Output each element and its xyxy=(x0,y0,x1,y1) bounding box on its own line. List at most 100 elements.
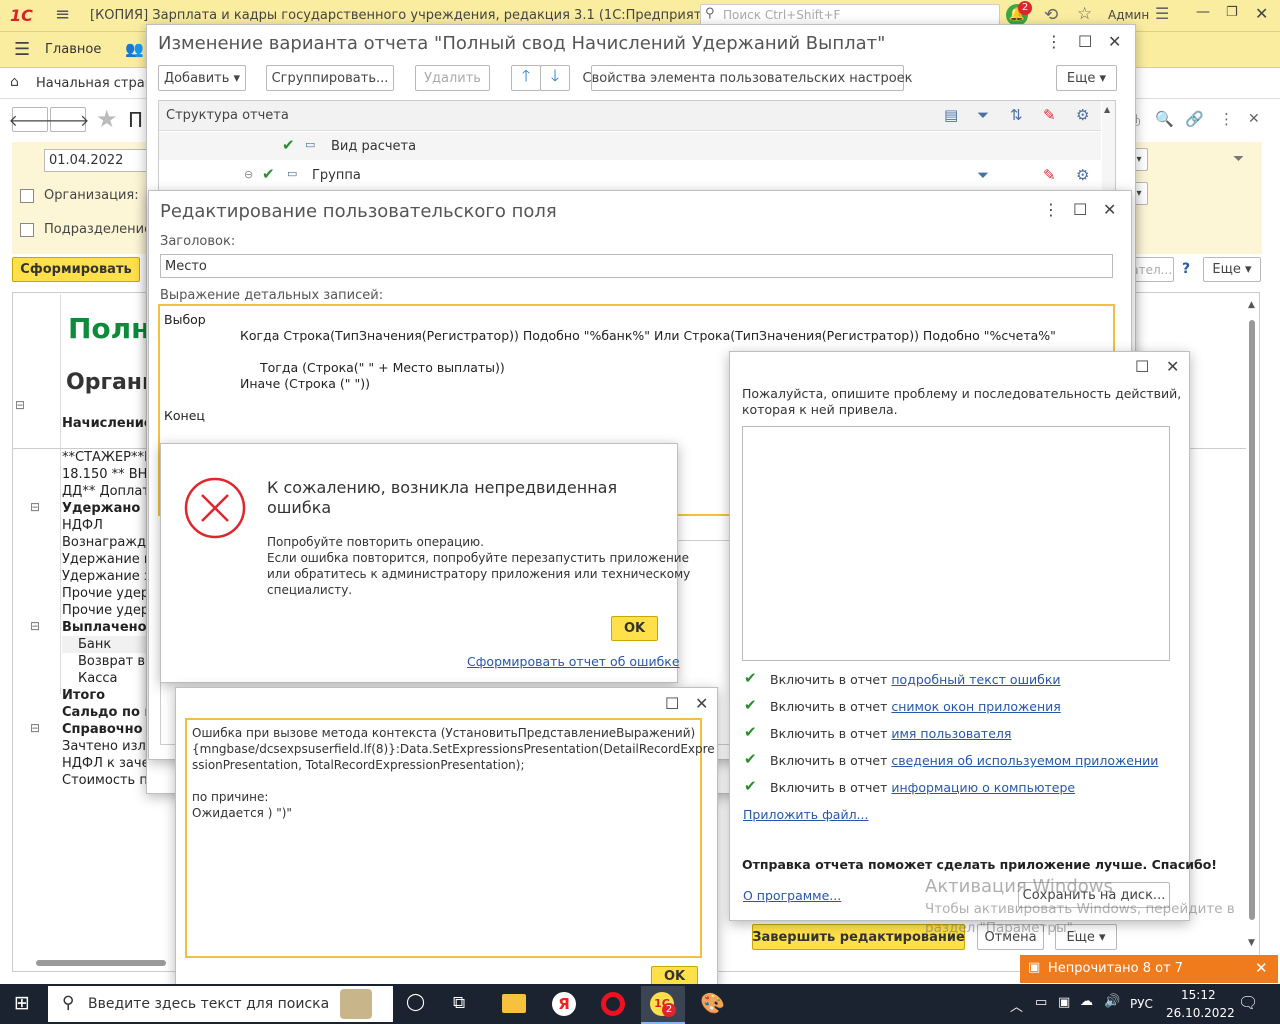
include-checkbox[interactable]: ✔ xyxy=(744,671,759,686)
include-option-link[interactable]: подробный текст ошибки xyxy=(891,672,1060,687)
include-checkbox[interactable]: ✔ xyxy=(744,779,759,794)
error-report-link[interactable]: Сформировать отчет об ошибке xyxy=(467,654,680,669)
details-ok-button[interactable]: OK xyxy=(651,966,698,986)
tray-chevron-icon[interactable]: ︿ xyxy=(1010,996,1023,1015)
tray-onedrive-icon[interactable]: ☁ xyxy=(1080,994,1093,1009)
help-button[interactable]: ? xyxy=(1182,261,1190,277)
close-icon[interactable]: ✕ xyxy=(1255,4,1268,23)
format-col-icon[interactable]: ✎ xyxy=(1043,166,1056,184)
paint-icon[interactable]: 🎨 xyxy=(700,991,725,1015)
back-button[interactable]: 🡐 xyxy=(9,107,51,132)
home-tab[interactable]: Начальная страни xyxy=(36,76,162,91)
collapse-icon[interactable]: ⊟ xyxy=(15,398,25,412)
tree-scroll[interactable]: ▲ xyxy=(1102,101,1115,194)
window-maximize-icon[interactable]: ☐ xyxy=(1135,359,1149,375)
restore-icon[interactable]: ❐ xyxy=(1226,5,1238,20)
window-close-icon[interactable]: ✕ xyxy=(695,696,708,712)
vertical-scrollbar[interactable]: ▲ ▼ xyxy=(1246,300,1260,950)
include-checkbox[interactable]: ✔ xyxy=(744,752,759,767)
dept-checkbox[interactable] xyxy=(20,223,34,237)
structure-checkbox[interactable]: ✔ xyxy=(282,138,297,153)
include-checkbox[interactable]: ✔ xyxy=(744,698,759,713)
tray-language[interactable]: РУС xyxy=(1130,997,1153,1011)
window-more-icon[interactable]: ⋮ xyxy=(1043,202,1059,218)
structure-item[interactable]: Вид расчета xyxy=(331,139,416,154)
settings-col-icon[interactable]: ⚙ xyxy=(1076,106,1089,124)
filter-col-icon[interactable]: ⏷ xyxy=(977,106,989,124)
tray-time[interactable]: 15:12 xyxy=(1181,988,1216,1002)
home-icon[interactable]: ⌂ xyxy=(10,74,19,90)
include-option-link[interactable]: имя пользователя xyxy=(891,726,1011,741)
include-option-link[interactable]: информацию о компьютере xyxy=(891,780,1075,795)
window-more-icon[interactable]: ⋮ xyxy=(1046,34,1062,50)
window-close-icon[interactable]: ✕ xyxy=(1166,359,1179,375)
history-icon[interactable]: ⟲ xyxy=(1044,5,1058,25)
start-icon[interactable]: ⊞ xyxy=(14,992,30,1014)
variant-more-button[interactable]: Еще ▾ xyxy=(1056,65,1117,91)
collapse-icon[interactable]: ⊟ xyxy=(30,500,40,514)
problem-description-input[interactable] xyxy=(742,426,1170,661)
cortana-ring-icon[interactable]: ◯ xyxy=(406,992,425,1012)
collapse-icon[interactable]: ⊖ xyxy=(244,168,253,181)
link-icon[interactable]: 🔗 xyxy=(1185,110,1204,128)
delete-button[interactable]: Удалить xyxy=(415,65,490,91)
move-down-button[interactable]: 🡓 xyxy=(540,65,570,91)
error-ok-button[interactable]: OK xyxy=(611,616,658,641)
opera-icon[interactable] xyxy=(601,992,625,1016)
preview-icon[interactable]: 🔍 xyxy=(1155,110,1174,128)
heading-input[interactable]: Место xyxy=(160,254,1113,278)
tray-network-icon[interactable]: ▭ xyxy=(1035,995,1047,1010)
structure-item[interactable]: Группа xyxy=(312,168,361,183)
yandex-icon[interactable]: Я xyxy=(552,992,576,1016)
group-button[interactable]: Сгруппировать... xyxy=(266,65,394,91)
explorer-icon[interactable] xyxy=(502,994,526,1013)
tray-date[interactable]: 26.10.2022 xyxy=(1166,1006,1235,1020)
include-checkbox[interactable]: ✔ xyxy=(744,725,759,740)
attach-file-link[interactable]: Приложить файл... xyxy=(743,807,868,822)
global-search[interactable]: ⚲ Поиск Ctrl+Shift+F xyxy=(700,4,1000,26)
about-link[interactable]: О программе... xyxy=(743,888,841,903)
favorites-star-icon[interactable]: ☆ xyxy=(1077,4,1092,24)
scroll-down-icon[interactable]: ▼ xyxy=(1248,938,1255,948)
window-close-icon[interactable]: ✕ xyxy=(1103,202,1116,218)
collapse-icon[interactable]: ⊟ xyxy=(30,619,40,633)
settings-menu-icon[interactable]: ☰ xyxy=(1155,4,1169,23)
filter-col-icon[interactable]: ⏷ xyxy=(977,166,989,184)
include-option-link[interactable]: сведения об используемом приложении xyxy=(891,753,1158,768)
scroll-thumb[interactable] xyxy=(1249,320,1255,920)
horizontal-scrollbar[interactable] xyxy=(36,960,166,966)
element-properties-button[interactable]: Свойства элемента пользовательских настр… xyxy=(583,65,913,91)
tray-volume-icon[interactable]: 🔊 xyxy=(1104,994,1120,1009)
window-maximize-icon[interactable]: ☐ xyxy=(665,696,679,712)
window-close-icon[interactable]: ✕ xyxy=(1108,34,1121,50)
org-checkbox[interactable] xyxy=(20,189,34,203)
action-center-icon[interactable]: 🗨 xyxy=(1238,993,1258,1012)
order-col-icon[interactable]: ⇅ xyxy=(1010,106,1023,124)
tray-device-icon[interactable]: ▣ xyxy=(1058,995,1070,1010)
structure-checkbox[interactable]: ✔ xyxy=(262,167,277,182)
move-up-button[interactable]: 🡑 xyxy=(511,65,541,91)
generate-button[interactable]: Сформировать xyxy=(12,257,140,282)
notification-close-icon[interactable]: ✕ xyxy=(1255,959,1268,977)
sections-menu-icon[interactable]: ☰ xyxy=(14,39,30,60)
menu-icon[interactable]: ≡ xyxy=(55,4,70,25)
scroll-up-icon[interactable]: ▲ xyxy=(1248,300,1255,310)
collapse-icon[interactable]: ⊟ xyxy=(30,721,40,735)
forward-button[interactable]: 🡒 xyxy=(47,107,89,132)
include-option-link[interactable]: снимок окон приложения xyxy=(891,699,1060,714)
filter-icon[interactable]: ⏷ xyxy=(1233,151,1244,167)
window-maximize-icon[interactable]: ☐ xyxy=(1073,202,1087,218)
form-close-icon[interactable]: ✕ xyxy=(1248,111,1260,127)
favorite-star-icon[interactable]: ★ xyxy=(96,105,118,133)
settings-col-icon[interactable]: ⚙ xyxy=(1076,166,1089,184)
window-maximize-icon[interactable]: ☐ xyxy=(1078,34,1092,50)
minimize-icon[interactable]: — xyxy=(1196,4,1210,20)
user-name[interactable]: Админ xyxy=(1108,8,1149,22)
fields-col-icon[interactable]: ▤ xyxy=(944,106,958,124)
task-view-icon[interactable]: ⧉ xyxy=(453,993,465,1013)
form-more-icon[interactable]: ⋮ xyxy=(1219,110,1234,128)
report-more-button[interactable]: Еще ▾ xyxy=(1203,257,1261,282)
format-col-icon[interactable]: ✎ xyxy=(1043,106,1056,124)
section-main[interactable]: Главное xyxy=(45,42,101,57)
add-button[interactable]: Добавить ▾ xyxy=(158,65,246,91)
